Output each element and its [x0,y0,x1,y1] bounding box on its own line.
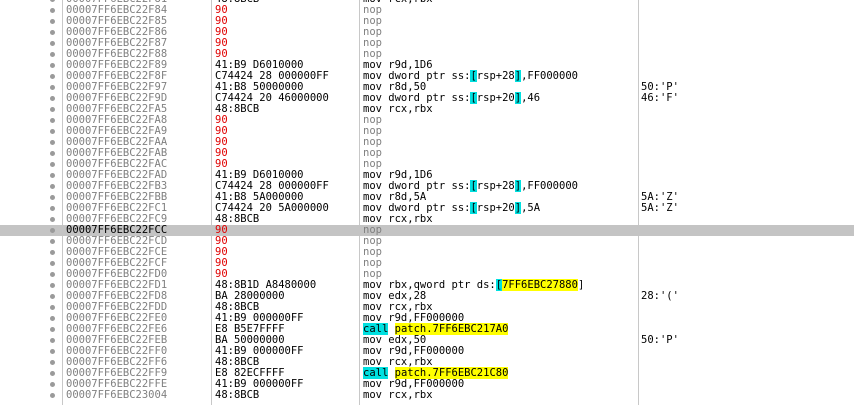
disassembly-token: ,5A [521,202,541,214]
breakpoint-dot-icon[interactable] [50,173,55,178]
breakpoint-dot-icon[interactable] [50,8,55,13]
instruction-comment: 5A:'Z' [641,202,679,214]
breakpoint-dot-icon[interactable] [50,338,55,343]
breakpoint-dot-icon[interactable] [50,140,55,145]
breakpoint-dot-icon[interactable] [50,327,55,332]
breakpoint-dot-icon[interactable] [50,19,55,24]
instruction-disassembly: mov rcx,rbx [363,390,433,401]
breakpoint-dot-icon[interactable] [50,371,55,376]
instruction-row[interactable]: 00007FF6EBC23004 48:8BCB mov rcx,rbx [0,390,854,401]
breakpoint-dot-icon[interactable] [50,206,55,211]
breakpoint-dot-icon[interactable] [50,0,55,2]
instruction-comment: 28:'(' [641,290,679,302]
breakpoint-dot-icon[interactable] [50,382,55,387]
breakpoint-dot-icon[interactable] [50,294,55,299]
breakpoint-dot-icon[interactable] [50,96,55,101]
disassembly-token: mov rcx,rbx [363,389,433,401]
breakpoint-dot-icon[interactable] [50,272,55,277]
disassembly-token: rsp+28 [476,70,515,82]
breakpoint-dot-icon[interactable] [50,316,55,321]
disassembly-token: rsp+28 [476,180,515,192]
breakpoint-dot-icon[interactable] [50,239,55,244]
disassembly-token: rsp+20 [476,202,515,214]
breakpoint-dot-icon[interactable] [50,63,55,68]
breakpoint-dot-icon[interactable] [50,195,55,200]
instruction-comment: 50:'P' [641,334,679,346]
breakpoint-dot-icon[interactable] [50,41,55,46]
disassembly-token: ,46 [521,92,541,104]
instruction-comment: 46:'F' [641,92,679,104]
disassembly-token: ] [577,279,585,291]
call-target-label[interactable]: 7FF6EBC27880 [502,279,578,291]
breakpoint-dot-icon[interactable] [50,217,55,222]
breakpoint-dot-icon[interactable] [50,305,55,310]
disassembly-token: rsp+20 [476,92,515,104]
disassembly-token: ,FF000000 [521,70,578,82]
breakpoint-dot-icon[interactable] [50,283,55,288]
breakpoint-dot-icon[interactable] [50,360,55,365]
breakpoint-dot-icon[interactable] [50,74,55,79]
breakpoint-dot-icon[interactable] [50,162,55,167]
breakpoint-dot-icon[interactable] [50,129,55,134]
breakpoint-dot-icon[interactable] [50,118,55,123]
disassembly-token: ,FF000000 [521,180,578,192]
breakpoint-dot-icon[interactable] [50,250,55,255]
breakpoint-dot-icon[interactable] [50,393,55,398]
disassembly-view[interactable]: 00007FF6EBC22F8148:8BCBmov rcx,rbx00007F… [0,0,854,405]
breakpoint-dot-icon[interactable] [50,151,55,156]
breakpoint-dot-icon[interactable] [50,52,55,57]
instruction-bytes: 48:8BCB [215,389,260,401]
breakpoint-dot-icon[interactable] [50,228,55,233]
instruction-address: 00007FF6EBC23004 [66,389,168,401]
breakpoint-dot-icon[interactable] [50,349,55,354]
breakpoint-dot-icon[interactable] [50,30,55,35]
breakpoint-dot-icon[interactable] [50,85,55,90]
breakpoint-dot-icon[interactable] [50,261,55,266]
breakpoint-dot-icon[interactable] [50,184,55,189]
breakpoint-dot-icon[interactable] [50,107,55,112]
